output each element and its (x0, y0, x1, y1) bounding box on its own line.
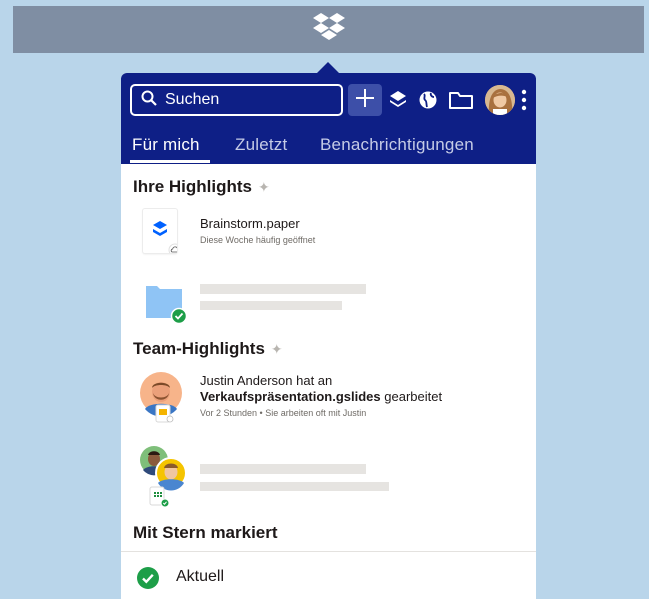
dropbox-logo-icon[interactable] (312, 12, 346, 47)
sync-status-label: Aktuell (176, 568, 225, 585)
team-item-subtitle: Vor 2 Stunden • Sie arbeiten oft mit Jus… (200, 408, 367, 418)
divider (121, 551, 536, 552)
loading-placeholder (200, 301, 342, 310)
section-title-starred: Mit Stern markiert (133, 523, 278, 543)
check-circle-icon (136, 566, 160, 595)
panel-header: Suchen Für mich Zuletzt Benachrichtigung… (121, 73, 536, 164)
loading-placeholder (200, 284, 366, 294)
search-placeholder: Suchen (165, 91, 220, 108)
dropbox-panel: Suchen Für mich Zuletzt Benachrichtigung… (121, 73, 536, 599)
team-item-file-line[interactable]: Verkaufspräsentation.gslides gearbeitet (200, 389, 442, 404)
team-item-file[interactable]: Verkaufspräsentation.gslides (200, 389, 381, 404)
avatar[interactable] (485, 85, 515, 115)
kebab-icon[interactable] (521, 88, 527, 117)
section-title-text: Mit Stern markiert (133, 523, 278, 542)
globe-icon[interactable] (418, 90, 438, 110)
team-item-action: gearbeitet (384, 389, 443, 404)
section-title-text: Team-Highlights (133, 339, 265, 358)
collaborators-avatar-group[interactable] (139, 445, 187, 514)
folder-icon[interactable] (448, 90, 474, 110)
sparkle-icon: ✦ (258, 178, 270, 195)
section-title-highlights: Ihre Highlights ✦ (133, 177, 270, 197)
search-input[interactable]: Suchen (130, 84, 343, 116)
tab-fuer-mich[interactable]: Für mich (132, 135, 200, 155)
sparkle-icon: ✦ (270, 340, 283, 357)
create-button[interactable] (348, 84, 382, 116)
menu-bar (13, 6, 644, 53)
section-title-team: Team-Highlights ✦ (133, 339, 283, 359)
team-item-actor: Justin Anderson hat an (200, 373, 333, 388)
folder-synced-icon[interactable] (145, 283, 189, 330)
plus-icon (355, 88, 375, 113)
item-subtitle: Diese Woche häufig geöffnet (200, 235, 316, 245)
loading-placeholder (200, 482, 389, 491)
tab-bar: Für mich Zuletzt Benachrichtigungen (121, 133, 536, 164)
section-title-text: Ihre Highlights (133, 177, 252, 196)
loading-placeholder (200, 464, 366, 474)
paper-file-icon[interactable] (143, 209, 177, 253)
active-tab-indicator (130, 160, 210, 163)
tab-zuletzt[interactable]: Zuletzt (235, 135, 287, 155)
tab-benachrichtigungen[interactable]: Benachrichtigungen (320, 135, 474, 155)
search-icon (141, 90, 157, 111)
item-title[interactable]: Brainstorm.paper (200, 216, 300, 231)
dropbox-icon[interactable] (388, 90, 408, 110)
team-member-avatar[interactable] (139, 371, 187, 428)
